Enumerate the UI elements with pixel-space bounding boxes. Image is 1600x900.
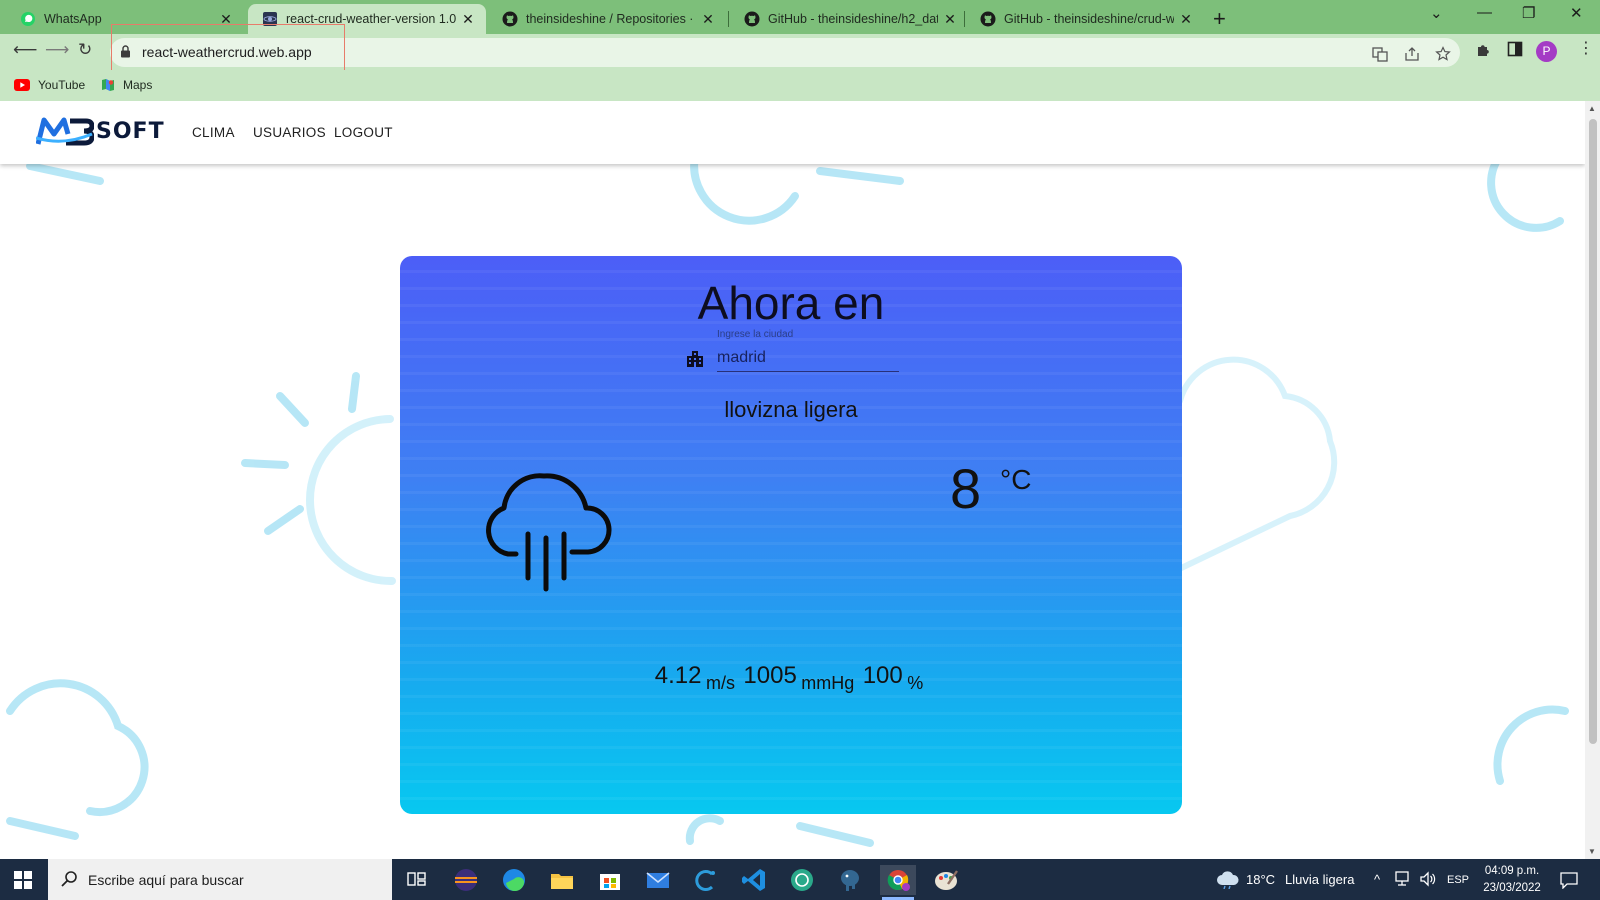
bookmark-label: Maps	[123, 78, 153, 92]
close-tab-icon[interactable]: ✕	[700, 11, 716, 28]
weather-title: Ahora en	[697, 277, 885, 329]
task-view-icon[interactable]	[398, 865, 434, 895]
tray-weather-text: Lluvia ligera	[1285, 872, 1355, 887]
notifications-icon[interactable]	[1560, 871, 1578, 889]
volume-icon[interactable]	[1419, 871, 1437, 887]
m3soft-logo[interactable]: SOFT	[36, 116, 165, 146]
mail-icon[interactable]	[640, 865, 676, 895]
extensions-icon[interactable]	[1476, 41, 1492, 57]
file-explorer-icon[interactable]	[544, 865, 580, 895]
microsoft-store-icon[interactable]	[592, 865, 628, 895]
search-placeholder: Escribe aquí para buscar	[88, 872, 244, 888]
minimize-button[interactable]: —	[1477, 4, 1492, 21]
taskbar-weather[interactable]: 18°C Lluvia ligera	[1216, 859, 1354, 900]
humidity-value: 100	[862, 662, 903, 689]
nav-link-clima[interactable]: CLIMA	[192, 125, 235, 140]
tab-search-chevron-icon[interactable]: ⌄	[1430, 4, 1443, 22]
close-window-button[interactable]: ✕	[1570, 4, 1583, 22]
clock-date: 23/03/2022	[1483, 882, 1541, 894]
input-language[interactable]: ESP	[1447, 859, 1469, 900]
tab-title: GitHub - theinsideshine/h2_data	[768, 12, 938, 26]
curl-app-icon[interactable]	[688, 865, 724, 895]
city-field-label: Ingrese la ciudad	[717, 329, 794, 340]
vscode-icon[interactable]	[736, 865, 772, 895]
weather-description: llovizna ligera	[724, 397, 858, 422]
humidity-unit: %	[907, 673, 924, 693]
temperature-unit: °C	[1000, 464, 1032, 495]
tab-github-crud-weather[interactable]: GitHub - theinsideshine/crud-we ✕	[966, 4, 1204, 34]
weather-card: Ahora en Ingrese la ciudad llovizna lige…	[400, 256, 1182, 814]
youtube-icon	[14, 79, 30, 91]
profile-avatar[interactable]: P	[1536, 41, 1557, 62]
side-panel-icon[interactable]	[1507, 41, 1523, 57]
search-icon	[61, 871, 77, 887]
forward-button[interactable]: ⟶	[45, 40, 69, 60]
m3-logo-icon	[36, 117, 94, 146]
whatsapp-icon	[21, 12, 35, 26]
close-tab-icon[interactable]: ✕	[942, 11, 958, 28]
bookmark-youtube[interactable]: YouTube	[14, 78, 85, 92]
tab-github-h2-data[interactable]: GitHub - theinsideshine/h2_data ✕	[730, 4, 968, 34]
share-icon[interactable]	[1404, 46, 1420, 62]
tab-separator	[964, 11, 965, 27]
tab-title: GitHub - theinsideshine/crud-we	[1004, 12, 1174, 26]
github-icon	[502, 11, 518, 27]
pressure-value: 1005	[743, 662, 797, 689]
new-tab-button[interactable]: +	[1213, 6, 1226, 32]
edge-browser-icon[interactable]	[496, 865, 532, 895]
nav-link-usuarios[interactable]: USUARIOS	[253, 125, 326, 140]
bookmarks-bar: YouTube Maps	[0, 70, 1600, 101]
scroll-down-icon[interactable]: ▼	[1588, 847, 1596, 856]
clock-time: 04:09 p.m.	[1484, 865, 1540, 877]
network-icon[interactable]	[1395, 871, 1413, 887]
paint-icon[interactable]	[928, 865, 964, 895]
github-icon	[744, 11, 760, 27]
chatgpt-icon[interactable]	[784, 865, 820, 895]
city-building-icon	[687, 351, 703, 367]
tab-title: theinsideshine / Repositories · Gi	[526, 12, 696, 26]
reload-button[interactable]: ↻	[78, 40, 92, 60]
tab-github-repositories[interactable]: theinsideshine / Repositories · Gi ✕	[488, 4, 726, 34]
cloud-rain-tray-icon	[1217, 870, 1239, 889]
windows-start-icon[interactable]	[14, 871, 32, 889]
show-hidden-icons-chevron[interactable]: ^	[1374, 859, 1380, 900]
wind-value: 4.12	[654, 662, 702, 689]
web-page: SOFT CLIMA USUARIOS LOGOUT Ahora en Ingr…	[0, 101, 1585, 859]
scroll-thumb[interactable]	[1589, 119, 1597, 744]
browser-toolbar: ⟵ ⟶ ↻ react-weathercrud.web.app	[0, 24, 1600, 81]
logo-text: SOFT	[96, 118, 165, 144]
pressure-unit: mmHg	[801, 673, 855, 693]
restore-button[interactable]: ❐	[1522, 4, 1535, 22]
rain-cloud-icon	[486, 473, 612, 592]
taskbar-clock[interactable]: 04:09 p.m. 23/03/2022	[1472, 863, 1552, 897]
page-scrollbar[interactable]: ▲ ▼	[1585, 101, 1600, 859]
chrome-taskbar-button[interactable]	[880, 865, 916, 900]
taskbar-search-box[interactable]: Escribe aquí para buscar	[48, 859, 392, 900]
eclipse-icon[interactable]	[448, 865, 484, 895]
temperature-value: 8	[950, 457, 982, 520]
translate-icon[interactable]	[1372, 46, 1388, 62]
app-navbar: SOFT CLIMA USUARIOS LOGOUT	[0, 101, 1585, 164]
close-tab-icon[interactable]: ✕	[460, 11, 476, 28]
bookmark-star-icon[interactable]	[1435, 46, 1451, 62]
tray-temperature: 18°C	[1246, 872, 1276, 887]
chrome-icon	[887, 870, 910, 891]
scroll-up-icon[interactable]: ▲	[1588, 104, 1596, 113]
weather-stats: 4.12 m/s 1005 mmHg 100 %	[400, 662, 1182, 693]
back-button[interactable]: ⟵	[13, 40, 37, 60]
bookmark-maps[interactable]: Maps	[101, 78, 152, 92]
maps-icon	[102, 79, 114, 91]
postgresql-icon[interactable]	[832, 865, 868, 895]
github-icon	[980, 11, 996, 27]
menu-kebab-icon[interactable]: ⋮	[1578, 38, 1594, 58]
city-input[interactable]	[717, 344, 899, 372]
wind-unit: m/s	[705, 673, 735, 693]
tab-separator	[728, 11, 729, 27]
windows-taskbar: Escribe aquí para buscar 18°C Lluvia lig…	[0, 859, 1600, 900]
close-tab-icon[interactable]: ✕	[1178, 11, 1194, 28]
bookmark-label: YouTube	[38, 78, 86, 92]
nav-link-logout[interactable]: LOGOUT	[334, 125, 393, 140]
